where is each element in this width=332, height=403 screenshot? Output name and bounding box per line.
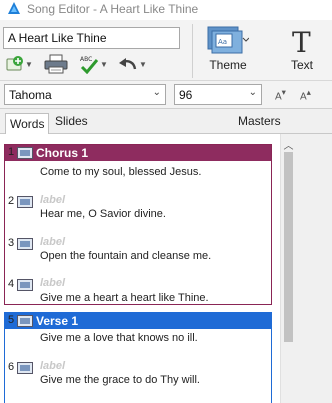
grow-font-button[interactable]: A▴ (300, 87, 311, 102)
theme-button[interactable]: Aa Theme (207, 26, 249, 72)
slide-number: 4 (8, 278, 15, 290)
font-size-select[interactable]: 96 ⌄ (174, 84, 262, 105)
ribbon-toolbar: ▼ ABC ▼ ▼ Aa Theme (0, 20, 332, 81)
chevron-down-icon[interactable]: ▼ (25, 60, 33, 69)
song-title-input[interactable] (3, 27, 180, 49)
slide-thumbnail-icon (17, 362, 33, 374)
undo-button[interactable]: ▼ (118, 53, 147, 75)
scrollbar-thumb[interactable] (284, 152, 293, 342)
printer-icon (44, 54, 68, 74)
vertical-scrollbar[interactable]: ︿ (280, 134, 296, 403)
lyric-line[interactable]: Give me the grace to do Thy will. (40, 374, 200, 386)
new-slide-button[interactable]: ▼ (6, 53, 33, 75)
tab-words[interactable]: Words (5, 113, 50, 135)
slide-label[interactable]: label (40, 277, 65, 289)
slide-thumbnail-icon (17, 147, 33, 159)
text-button[interactable]: T Text (289, 26, 315, 72)
new-slide-icon (6, 56, 23, 71)
text-icon: T (292, 26, 311, 56)
theme-label: Theme (209, 58, 247, 72)
section-title: Verse 1 (36, 314, 79, 328)
slide-label[interactable]: label (40, 360, 65, 372)
theme-icon: Aa (207, 26, 249, 54)
slide-thumbnail-icon (17, 238, 33, 250)
slide-thumbnail-icon (17, 279, 33, 291)
app-icon (8, 2, 20, 14)
tab-masters[interactable]: Masters (238, 114, 281, 128)
font-family-select[interactable]: Tahoma ⌄ (4, 84, 166, 105)
slide-number: 6 (8, 361, 15, 373)
svg-text:ABC: ABC (80, 56, 92, 63)
slide-thumbnail-icon (17, 196, 33, 208)
section-header[interactable]: 5 Verse 1 (5, 313, 271, 329)
font-family-value: Tahoma (9, 88, 52, 102)
right-panel (296, 134, 332, 403)
slide-label[interactable]: label (40, 194, 65, 206)
slide-number: 3 (8, 237, 15, 249)
scroll-up-icon[interactable]: ︿ (281, 137, 296, 152)
slide-number: 5 (8, 314, 15, 326)
svg-text:Aa: Aa (218, 38, 227, 46)
shrink-font-button[interactable]: A▾ (275, 87, 286, 102)
chevron-down-icon[interactable]: ⌄ (153, 87, 161, 98)
spellcheck-button[interactable]: ABC ▼ (79, 53, 108, 75)
title-bar: Song Editor - A Heart Like Thine (0, 0, 332, 20)
print-button[interactable] (44, 53, 68, 75)
text-label: Text (290, 58, 313, 72)
chevron-down-icon[interactable]: ▼ (100, 60, 108, 69)
lyric-line[interactable]: Hear me, O Savior divine. (40, 208, 166, 220)
spellcheck-icon: ABC (80, 56, 99, 74)
section-title: Chorus 1 (36, 146, 89, 160)
window-title: Song Editor - A Heart Like Thine (27, 2, 199, 16)
slide-label[interactable]: label (40, 236, 65, 248)
slide-number: 2 (8, 195, 15, 207)
lyric-line[interactable]: Give me a heart a heart like Thine. (40, 292, 209, 304)
slide-thumbnail-icon (17, 315, 33, 327)
undo-icon (119, 58, 137, 70)
lyric-line[interactable]: Open the fountain and cleanse me. (40, 250, 211, 262)
toolbar-divider (192, 24, 193, 78)
tab-slides[interactable]: Slides (55, 114, 88, 128)
section-verse-1[interactable]: 5 Verse 1 Give me a love that knows no i… (4, 312, 272, 403)
editor-tabs: Words Slides Masters (0, 109, 332, 135)
section-header[interactable]: 1 Chorus 1 (5, 145, 271, 161)
chevron-down-icon[interactable]: ▼ (139, 60, 147, 69)
chevron-down-icon[interactable]: ⌄ (249, 87, 257, 98)
font-size-value: 96 (179, 88, 193, 102)
lyric-line[interactable]: Come to my soul, blessed Jesus. (40, 166, 201, 178)
section-chorus-1[interactable]: 1 Chorus 1 Come to my soul, blessed Jesu… (4, 144, 272, 305)
font-bar: Tahoma ⌄ 96 ⌄ A▾ A▴ (0, 81, 332, 109)
svg-text:T: T (292, 26, 311, 56)
lyric-line[interactable]: Give me a love that knows no ill. (40, 332, 198, 344)
song-lyrics-area[interactable]: 1 Chorus 1 Come to my soul, blessed Jesu… (0, 134, 280, 403)
slide-number: 1 (8, 146, 15, 158)
